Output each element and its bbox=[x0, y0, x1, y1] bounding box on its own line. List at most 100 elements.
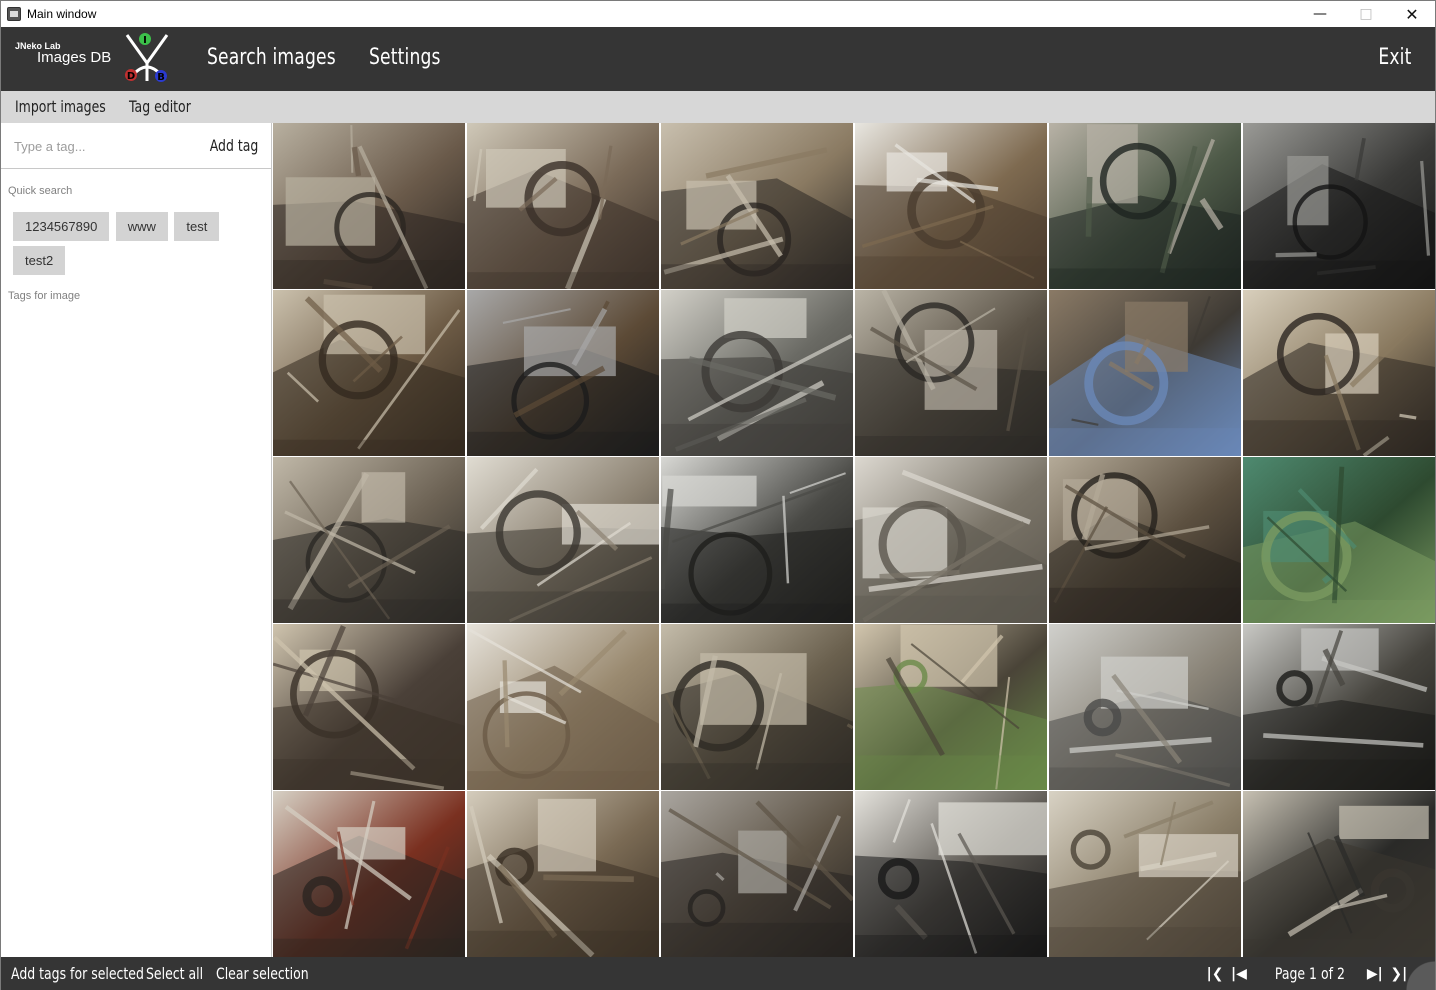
footer-bar: Add tags for selected Select all Clear s… bbox=[1, 957, 1435, 990]
logo-letter-d: D bbox=[127, 71, 135, 82]
quick-tag[interactable]: test bbox=[174, 212, 220, 241]
thumbnail-photo bbox=[855, 791, 1047, 957]
image-thumbnail[interactable] bbox=[273, 290, 465, 456]
image-thumbnail[interactable] bbox=[661, 290, 853, 456]
image-thumbnail[interactable] bbox=[467, 290, 659, 456]
thumbnail-photo bbox=[855, 123, 1047, 289]
image-thumbnail[interactable] bbox=[855, 457, 1047, 623]
image-thumbnail[interactable] bbox=[467, 791, 659, 957]
tag-input-row: Add tag bbox=[1, 123, 272, 169]
thumbnail-photo bbox=[467, 457, 659, 623]
thumbnail-photo bbox=[1049, 290, 1241, 456]
maximize-button[interactable]: □ bbox=[1343, 1, 1389, 27]
title-bar: Main window — □ ✕ bbox=[1, 1, 1435, 27]
main-window: Main window — □ ✕ JNeko Lab Images DB I … bbox=[0, 0, 1436, 990]
thumbnail-photo bbox=[855, 290, 1047, 456]
image-thumbnail[interactable] bbox=[1049, 123, 1241, 289]
pagination: |❮ |◀ Page 1 of 2 ▶| ❯| bbox=[1203, 957, 1411, 990]
nav-search-images[interactable]: Search images bbox=[207, 45, 336, 70]
quick-search-label: Quick search bbox=[8, 185, 73, 197]
thumbnail-photo bbox=[1243, 123, 1435, 289]
tag-input[interactable] bbox=[9, 131, 199, 161]
thumbnail-photo bbox=[661, 791, 853, 957]
thumbnail-photo bbox=[661, 290, 853, 456]
image-thumbnail[interactable] bbox=[1049, 457, 1241, 623]
thumbnail-photo bbox=[273, 791, 465, 957]
quick-tag[interactable]: 1234567890 bbox=[13, 212, 110, 241]
import-images-button[interactable]: Import images bbox=[15, 97, 106, 116]
thumbnail-photo bbox=[1243, 791, 1435, 957]
tags-for-image-label: Tags for image bbox=[8, 290, 81, 302]
image-thumbnail[interactable] bbox=[1243, 624, 1435, 790]
image-thumbnail[interactable] bbox=[1049, 624, 1241, 790]
prev-page-icon[interactable]: |◀ bbox=[1227, 966, 1251, 982]
image-thumbnail[interactable] bbox=[661, 791, 853, 957]
nav-settings[interactable]: Settings bbox=[369, 45, 441, 70]
image-thumbnail[interactable] bbox=[273, 791, 465, 957]
image-thumbnail[interactable] bbox=[1049, 290, 1241, 456]
image-thumbnail[interactable] bbox=[855, 123, 1047, 289]
image-thumbnail[interactable] bbox=[467, 457, 659, 623]
image-thumbnail[interactable] bbox=[467, 624, 659, 790]
thumbnail-photo bbox=[273, 123, 465, 289]
thumbnail-photo bbox=[661, 123, 853, 289]
quick-search-tags: 1234567890 www test test2 bbox=[13, 212, 263, 280]
thumbnail-photo bbox=[273, 624, 465, 790]
thumbnail-photo bbox=[1049, 123, 1241, 289]
image-thumbnail[interactable] bbox=[661, 457, 853, 623]
next-page-icon[interactable]: ▶| bbox=[1363, 966, 1387, 982]
image-thumbnail[interactable] bbox=[855, 290, 1047, 456]
thumbnail-photo bbox=[661, 457, 853, 623]
image-gallery bbox=[273, 123, 1435, 957]
window-title: Main window bbox=[27, 7, 97, 21]
app-icon bbox=[7, 7, 21, 21]
thumbnail-photo bbox=[467, 123, 659, 289]
thumbnail-photo bbox=[661, 624, 853, 790]
close-button[interactable]: ✕ bbox=[1389, 1, 1435, 27]
image-thumbnail[interactable] bbox=[1243, 290, 1435, 456]
image-thumbnail[interactable] bbox=[1243, 791, 1435, 957]
thumbnail-photo bbox=[273, 290, 465, 456]
thumbnail-photo bbox=[1049, 624, 1241, 790]
tag-editor-button[interactable]: Tag editor bbox=[129, 97, 191, 116]
add-tag-button[interactable]: Add tag bbox=[209, 136, 258, 155]
thumbnail-photo bbox=[467, 290, 659, 456]
logo-letter-i: I bbox=[143, 35, 147, 46]
image-thumbnail[interactable] bbox=[1049, 791, 1241, 957]
image-thumbnail[interactable] bbox=[467, 123, 659, 289]
logo-icon: I D B bbox=[125, 33, 169, 83]
app-header: JNeko Lab Images DB I D B Search images … bbox=[1, 27, 1435, 91]
add-tags-for-selected-button[interactable]: Add tags for selected bbox=[11, 964, 144, 983]
logo-title: Images DB bbox=[37, 49, 112, 66]
image-thumbnail[interactable] bbox=[661, 624, 853, 790]
select-all-button[interactable]: Select all bbox=[146, 964, 203, 983]
thumbnail-photo bbox=[1049, 791, 1241, 957]
image-thumbnail[interactable] bbox=[1243, 457, 1435, 623]
image-thumbnail[interactable] bbox=[1243, 123, 1435, 289]
thumbnail-photo bbox=[1243, 457, 1435, 623]
thumbnail-photo bbox=[1243, 624, 1435, 790]
quick-tag[interactable]: test2 bbox=[13, 246, 66, 275]
tag-sidebar: Add tag Quick search 1234567890 www test… bbox=[1, 123, 272, 957]
first-page-icon[interactable]: |❮ bbox=[1203, 966, 1227, 982]
thumbnail-photo bbox=[273, 457, 465, 623]
thumbnail-photo bbox=[467, 791, 659, 957]
thumbnail-photo bbox=[467, 624, 659, 790]
resize-grip[interactable] bbox=[1405, 960, 1435, 990]
quick-tag[interactable]: www bbox=[115, 212, 168, 241]
thumbnail-photo bbox=[855, 457, 1047, 623]
thumbnail-photo bbox=[1243, 290, 1435, 456]
page-indicator: Page 1 of 2 bbox=[1274, 964, 1345, 983]
nav-exit[interactable]: Exit bbox=[1378, 45, 1411, 70]
image-thumbnail[interactable] bbox=[273, 123, 465, 289]
clear-selection-button[interactable]: Clear selection bbox=[216, 964, 309, 983]
image-thumbnail[interactable] bbox=[661, 123, 853, 289]
minimize-button[interactable]: — bbox=[1297, 1, 1343, 27]
image-thumbnail[interactable] bbox=[273, 457, 465, 623]
sub-toolbar: Import images Tag editor bbox=[1, 91, 1435, 123]
image-thumbnail[interactable] bbox=[855, 624, 1047, 790]
logo-letter-b: B bbox=[157, 72, 165, 83]
image-thumbnail[interactable] bbox=[855, 791, 1047, 957]
thumbnail-photo bbox=[855, 624, 1047, 790]
image-thumbnail[interactable] bbox=[273, 624, 465, 790]
